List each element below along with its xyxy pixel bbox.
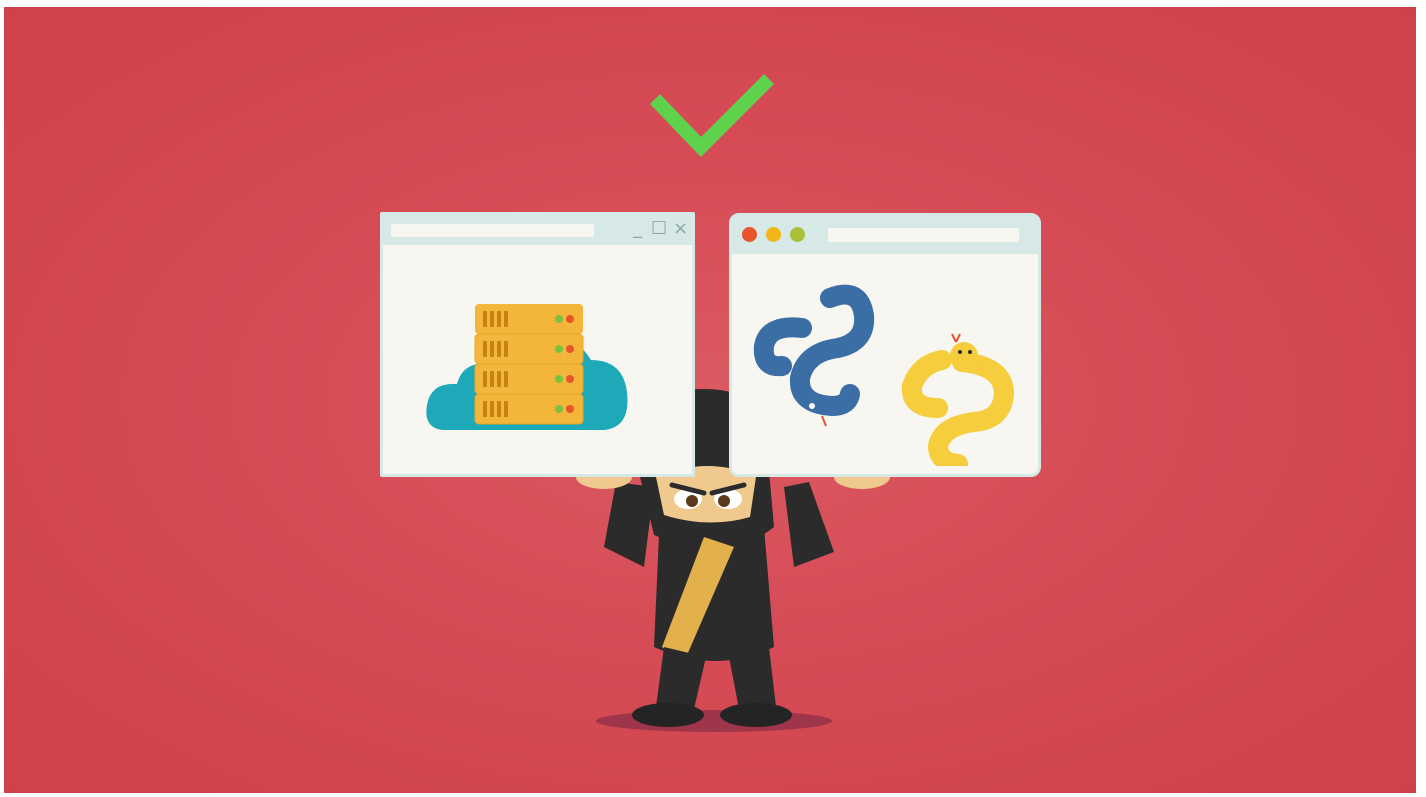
banner-illustration: _ ☐ × <box>4 7 1416 793</box>
window-titlebar: _ ☐ × <box>383 215 692 245</box>
maximize-icon: ☐ <box>651 218 668 239</box>
ground-shadow <box>596 710 832 732</box>
server-window: _ ☐ × <box>380 212 695 477</box>
close-icon: × <box>673 218 689 239</box>
close-dot-icon <box>742 227 757 242</box>
cloud-server-icon <box>426 304 628 430</box>
ninja-right-leg <box>729 647 776 709</box>
address-bar <box>828 228 1019 242</box>
window-titlebar <box>732 216 1038 254</box>
address-bar <box>391 224 594 237</box>
check-icon <box>649 74 774 158</box>
ninja-left-leg <box>656 647 706 709</box>
minimize-icon: _ <box>633 218 642 239</box>
python-window <box>729 213 1041 477</box>
maximize-dot-icon <box>790 227 805 242</box>
python-snakes-icon <box>753 284 1015 466</box>
ninja-right-arm <box>784 482 834 567</box>
minimize-dot-icon <box>766 227 781 242</box>
